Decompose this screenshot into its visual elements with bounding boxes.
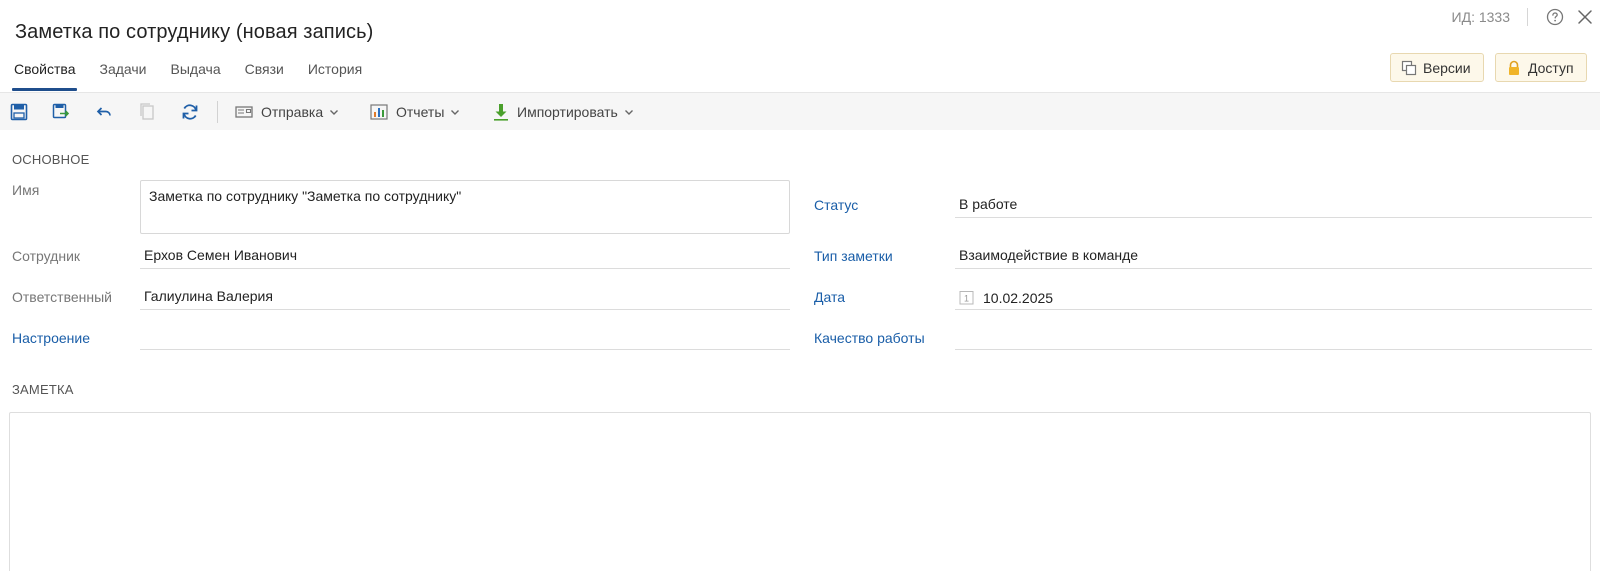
name-label: Имя [12, 182, 40, 198]
mood-field[interactable] [140, 326, 790, 350]
record-id: ИД: 1333 [1451, 9, 1510, 25]
page-title: Заметка по сотруднику (новая запись) [15, 21, 374, 43]
import-label: Импортировать [517, 104, 618, 120]
lock-icon [1506, 60, 1522, 76]
versions-icon [1401, 60, 1417, 76]
note-type-label[interactable]: Тип заметки [814, 248, 893, 264]
tab-history[interactable]: История [308, 61, 362, 91]
reports-menu[interactable]: Отчеты [370, 102, 460, 122]
divider [1527, 8, 1528, 26]
import-menu[interactable]: Импортировать [493, 102, 634, 122]
employee-field[interactable]: Ерхов Семен Иванович [140, 245, 790, 269]
status-field[interactable]: В работе [955, 194, 1592, 218]
tab-properties[interactable]: Свойства [11, 61, 78, 91]
responsible-field[interactable]: Галиулина Валерия [140, 286, 790, 310]
note-textarea[interactable] [9, 412, 1591, 571]
access-label: Доступ [1528, 59, 1574, 76]
toolbar-divider [217, 101, 218, 123]
note-type-field[interactable]: Взаимодействие в команде [955, 245, 1592, 269]
calendar-icon[interactable]: 1 [959, 290, 974, 305]
tab-issue[interactable]: Выдача [171, 61, 221, 91]
date-value: 10.02.2025 [983, 289, 1054, 306]
send-label: Отправка [261, 104, 324, 120]
header-tools: ИД: 1333 [1452, 6, 1600, 28]
toolbar: Отправка Отчеты Импортировать [0, 92, 1600, 130]
tab-bar: Свойства Задачи Выдача Связи История [11, 61, 386, 91]
versions-label: Версии [1423, 59, 1471, 76]
send-menu[interactable]: Отправка [235, 102, 339, 122]
chevron-down-icon [624, 107, 634, 117]
svg-text:1: 1 [964, 294, 969, 304]
date-field[interactable]: 1 10.02.2025 [955, 286, 1592, 310]
work-quality-label[interactable]: Качество работы [814, 330, 925, 346]
refresh-icon[interactable] [180, 102, 200, 122]
name-field[interactable]: Заметка по сотруднику "Заметка по сотруд… [140, 180, 790, 234]
bar-chart-icon [370, 104, 388, 120]
tab-links[interactable]: Связи [245, 61, 284, 91]
undo-icon[interactable] [94, 102, 114, 122]
responsible-label: Ответственный [12, 289, 112, 305]
work-quality-field[interactable] [955, 326, 1592, 350]
status-label[interactable]: Статус [814, 197, 858, 213]
copy-icon [137, 102, 157, 122]
section-main-heading: ОСНОВНОЕ [12, 152, 90, 167]
tab-tasks[interactable]: Задачи [99, 61, 146, 91]
save-and-close-icon[interactable] [51, 102, 71, 122]
chevron-down-icon [329, 107, 339, 117]
versions-button[interactable]: Версии [1390, 53, 1484, 82]
employee-label: Сотрудник [12, 248, 81, 264]
date-label[interactable]: Дата [814, 289, 845, 305]
download-icon [493, 103, 509, 121]
chevron-down-icon [450, 107, 460, 117]
section-note-heading: ЗАМЕТКА [12, 382, 74, 397]
save-icon[interactable] [9, 102, 29, 122]
close-icon[interactable] [1575, 7, 1595, 27]
envelope-icon [235, 105, 253, 119]
mood-label[interactable]: Настроение [12, 330, 90, 346]
help-icon[interactable] [1545, 7, 1565, 27]
access-button[interactable]: Доступ [1495, 53, 1587, 82]
reports-label: Отчеты [396, 104, 445, 120]
